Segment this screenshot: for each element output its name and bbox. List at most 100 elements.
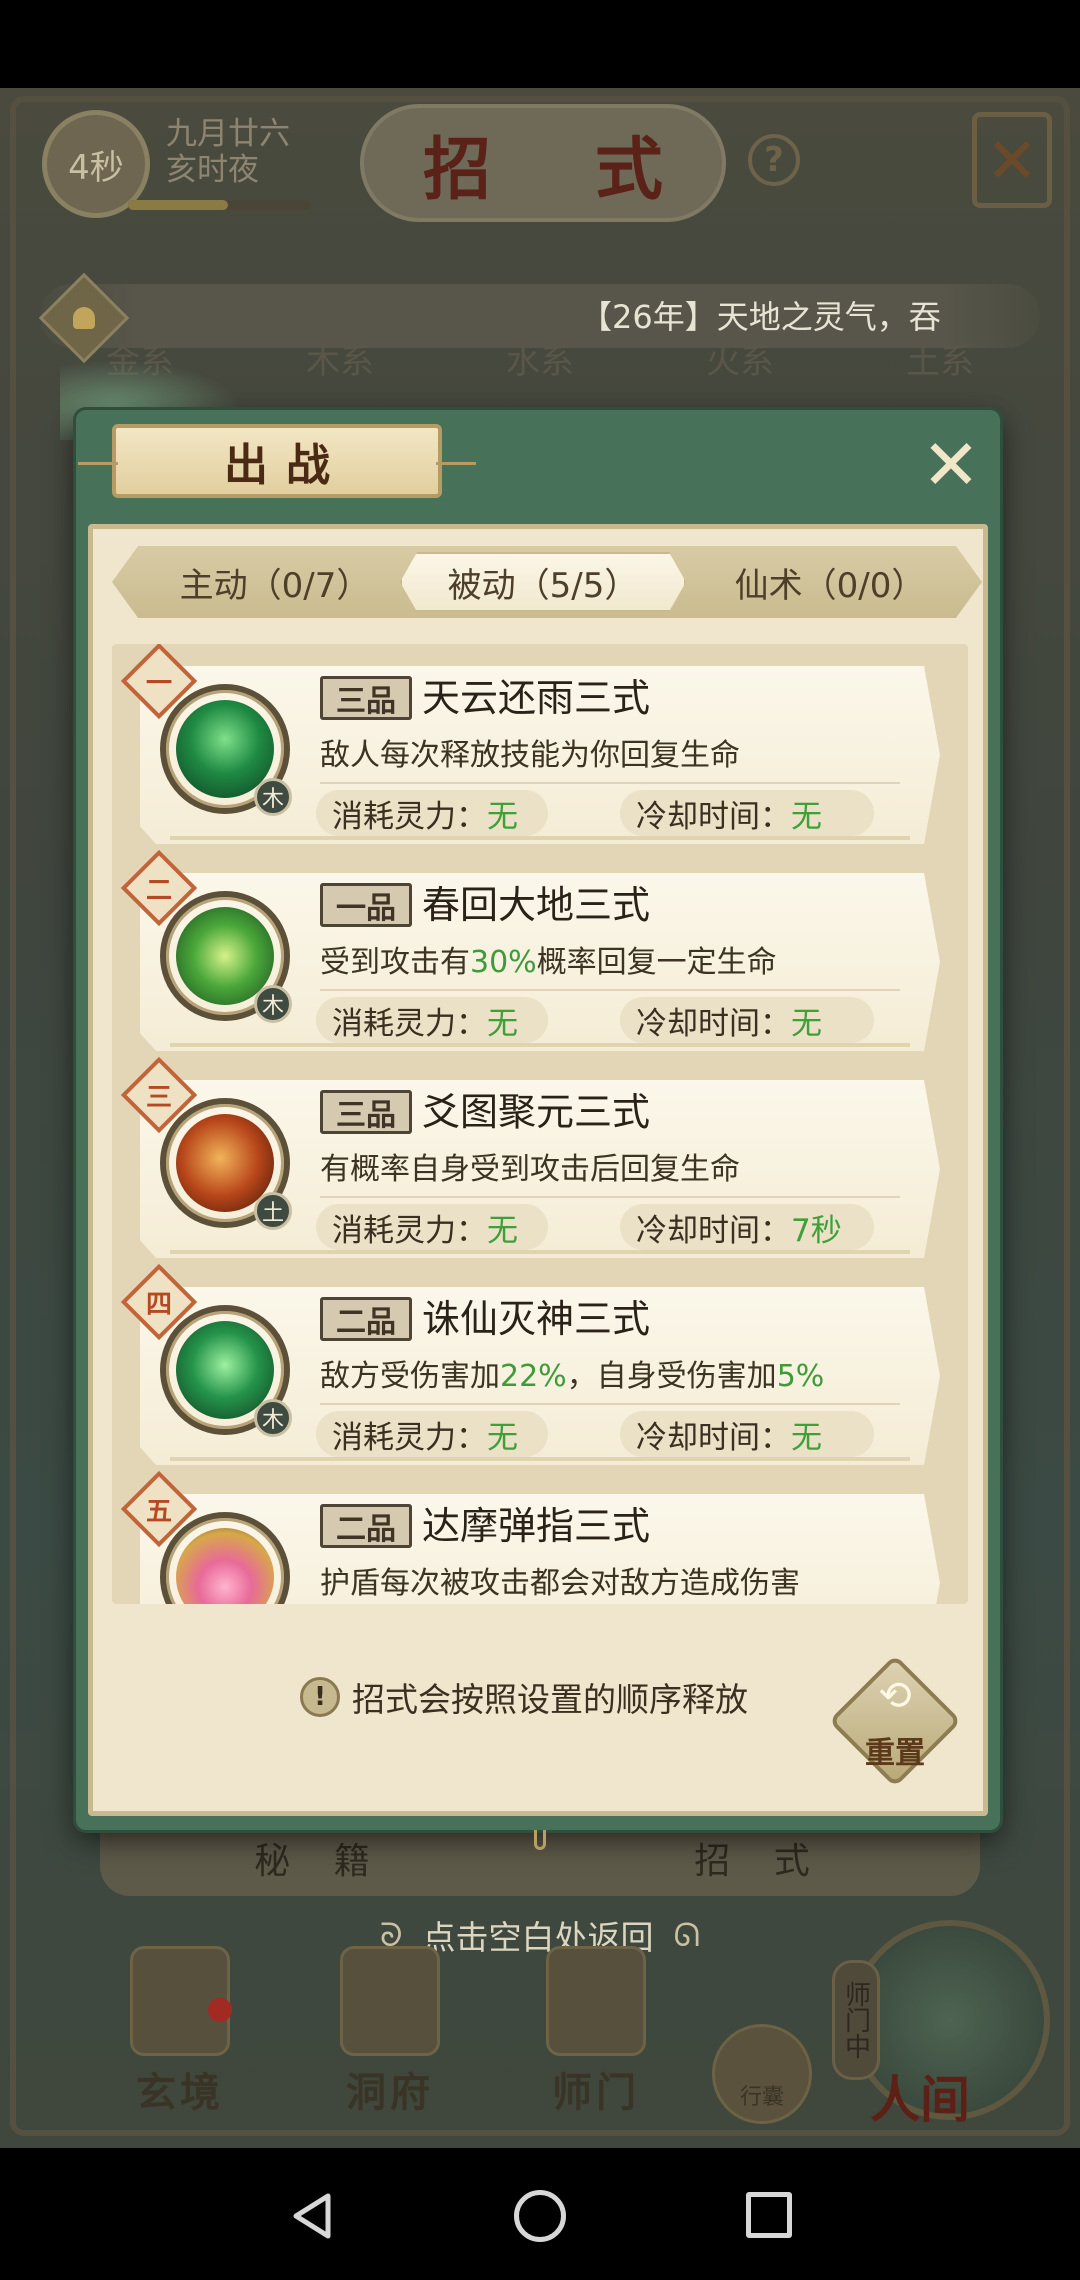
skill-list[interactable]: 木一三品 天云还雨三式 敌人每次释放技能为你回复生命 消耗灵力：无冷却时间：无木二一品… <box>112 644 968 1604</box>
skill-description: 敌方受伤害加22%，自身受伤害加5% <box>320 1355 824 1399</box>
status-bar <box>0 0 1080 88</box>
back-triangle-icon[interactable] <box>288 2192 336 2240</box>
help-button[interactable]: ? <box>748 134 800 186</box>
exclamation-icon: ! <box>300 1677 340 1717</box>
home-circle-icon[interactable] <box>514 2190 566 2242</box>
mana-cost-label: 消耗灵力： <box>332 1212 487 1249</box>
tab-secret-book[interactable]: 秘 籍 <box>254 1832 385 1884</box>
skill-card[interactable]: 木一三品 天云还雨三式 敌人每次释放技能为你回复生命 消耗灵力：无冷却时间：无 <box>120 644 940 844</box>
rank-number: 二 <box>145 875 172 906</box>
element-badge: 木 <box>254 1399 292 1437</box>
tab-passive-skills[interactable]: 被动（5/5） <box>400 552 686 612</box>
nav-shimen[interactable]: 师门 <box>526 1946 666 2118</box>
order-hint-text: 招式会按照设置的顺序释放 <box>352 1680 748 1719</box>
refresh-icon: ⟲ <box>878 1673 912 1719</box>
page-title-plaque: 招 式 <box>360 104 726 222</box>
mana-cost: 消耗灵力：无 <box>316 790 548 836</box>
mana-cost-value: 无 <box>487 1212 518 1249</box>
divider <box>320 782 900 784</box>
tab-moves[interactable]: 招 式 <box>694 1832 825 1884</box>
nav-xuanjing[interactable]: 玄境 <box>110 1946 250 2118</box>
cooldown-label: 冷却时间： <box>636 1419 791 1456</box>
page-title: 招 式 <box>423 129 703 210</box>
grade-tag: 三品 <box>320 676 412 720</box>
skill-description: 护盾每次被攻击都会对敌方造成伤害 <box>320 1562 800 1604</box>
skill-card[interactable]: 土 三 三品 爻图聚元三式 有概率自身受到攻击后回复生命 消耗灵力：无 冷却时间： 7秒 <box>120 1056 940 1258</box>
skill-description: 敌人每次释放技能为你回复生命 <box>320 734 740 778</box>
skill-name: 达摩弹指三式 <box>422 1504 651 1548</box>
tab-active-skills[interactable]: 主动（0/7） <box>150 552 400 612</box>
skill-card[interactable]: 五二品达摩弹指三式护盾每次被攻击都会对敌方造成伤害消耗灵力：无冷却时间：无 <box>120 1470 940 1604</box>
dialog-hook-ornament <box>534 1830 546 1850</box>
element-badge: 木 <box>254 985 292 1023</box>
cooldown-label: 冷却时间： <box>636 1212 791 1249</box>
skill-desc-part: 有概率自身受到攻击后回复生命 <box>320 1152 740 1187</box>
skill-name: 天云还雨三式 <box>422 676 651 720</box>
divider <box>320 989 900 991</box>
cooldown: 冷却时间： 7秒 <box>620 1204 874 1250</box>
day-progress-bar <box>128 200 310 210</box>
tab-wood[interactable]: 木系 <box>260 334 420 382</box>
dialog-close-icon[interactable]: ✕ <box>916 430 986 500</box>
nav-dongfu[interactable]: 洞府 <box>320 1946 460 2118</box>
cooldown-label: 冷却时间： <box>636 798 791 835</box>
rank-number: 五 <box>145 1496 172 1527</box>
skill-card[interactable]: 木四二品 诛仙灭神三式 敌方受伤害加22%，自身受伤害加5% 消耗灵力：无冷却时间：无 <box>120 1263 940 1465</box>
time-of-day-label: 亥时夜 <box>166 152 259 188</box>
tab-immortal-arts[interactable]: 仙术（0/0） <box>700 552 960 612</box>
mana-cost-label: 消耗灵力： <box>332 798 487 835</box>
timer-text: 4秒 <box>68 147 124 188</box>
grade-tag: 二品 <box>320 1297 412 1341</box>
skill-desc-part: 概率回复一定生命 <box>536 945 777 980</box>
skill-desc-part: 受到攻击有 <box>320 945 470 980</box>
grade-tag: 二品 <box>320 1504 412 1548</box>
element-badge: 土 <box>254 1192 292 1230</box>
mana-cost-value: 无 <box>487 798 518 835</box>
cooldown: 冷却时间：无 <box>620 997 874 1043</box>
tab-water[interactable]: 水系 <box>460 334 620 382</box>
screen-close-icon[interactable]: ✕ <box>972 112 1052 208</box>
cooldown-value: 7秒 <box>791 1212 842 1249</box>
dialog-title: 出战 <box>224 440 348 491</box>
recents-square-icon[interactable] <box>746 2192 792 2238</box>
mana-cost-label: 消耗灵力： <box>332 1419 487 1456</box>
day-progress-fill <box>128 200 229 210</box>
divider <box>320 1403 900 1405</box>
cooldown-label: 冷却时间： <box>636 1005 791 1042</box>
mana-cost: 消耗灵力：无 <box>316 997 548 1043</box>
cooldown-value: 无 <box>791 1419 822 1456</box>
cooldown: 冷却时间：无 <box>620 790 874 836</box>
notification-dot <box>208 1998 232 2022</box>
skill-description: 受到攻击有30%概率回复一定生命 <box>320 941 777 985</box>
skill-name: 爻图聚元三式 <box>422 1090 651 1134</box>
cooldown-value: 无 <box>791 798 822 835</box>
element-badge: 木 <box>254 778 292 816</box>
nav-shimen-label: 师门 <box>552 2069 640 2116</box>
skill-desc-part: 护盾每次被攻击都会对敌方造成伤害 <box>320 1566 800 1601</box>
skill-name: 春回大地三式 <box>422 883 651 927</box>
rank-number: 四 <box>145 1289 172 1320</box>
skill-desc-part: 5% <box>776 1359 825 1394</box>
date-display: 九月廿六 亥时夜 <box>166 116 316 188</box>
tab-fire[interactable]: 火系 <box>660 334 820 382</box>
nav-dongfu-label: 洞府 <box>346 2069 434 2116</box>
inventory-bag-button[interactable]: 行囊 <box>712 2024 812 2124</box>
tab-earth[interactable]: 土系 <box>860 334 1020 382</box>
cooldown-value: 无 <box>791 1005 822 1042</box>
skill-description: 有概率自身受到攻击后回复生命 <box>320 1148 740 1192</box>
pavilion-icon <box>340 1946 440 2056</box>
mana-cost-label: 消耗灵力： <box>332 1005 487 1042</box>
banner-icon <box>546 1946 646 2056</box>
cooldown: 冷却时间：无 <box>620 1411 874 1457</box>
renjian-label: 人间 <box>870 2070 970 2129</box>
nav-xuanjing-label: 玄境 <box>136 2069 224 2116</box>
mana-cost: 消耗灵力：无 <box>316 1204 548 1250</box>
skill-desc-part: ，自身受伤害加 <box>566 1359 777 1394</box>
skill-desc-part: 30% <box>470 945 537 980</box>
skill-card[interactable]: 木二一品 春回大地三式 受到攻击有30%概率回复一定生命 消耗灵力：无冷却时间：无 <box>120 849 940 1051</box>
mana-cost: 消耗灵力：无 <box>316 1411 548 1457</box>
skill-desc-part: 敌人每次释放技能为你回复生命 <box>320 738 740 773</box>
date-label: 九月廿六 <box>166 116 290 152</box>
grade-tag: 一品 <box>320 883 412 927</box>
rank-number: 三 <box>145 1082 172 1113</box>
